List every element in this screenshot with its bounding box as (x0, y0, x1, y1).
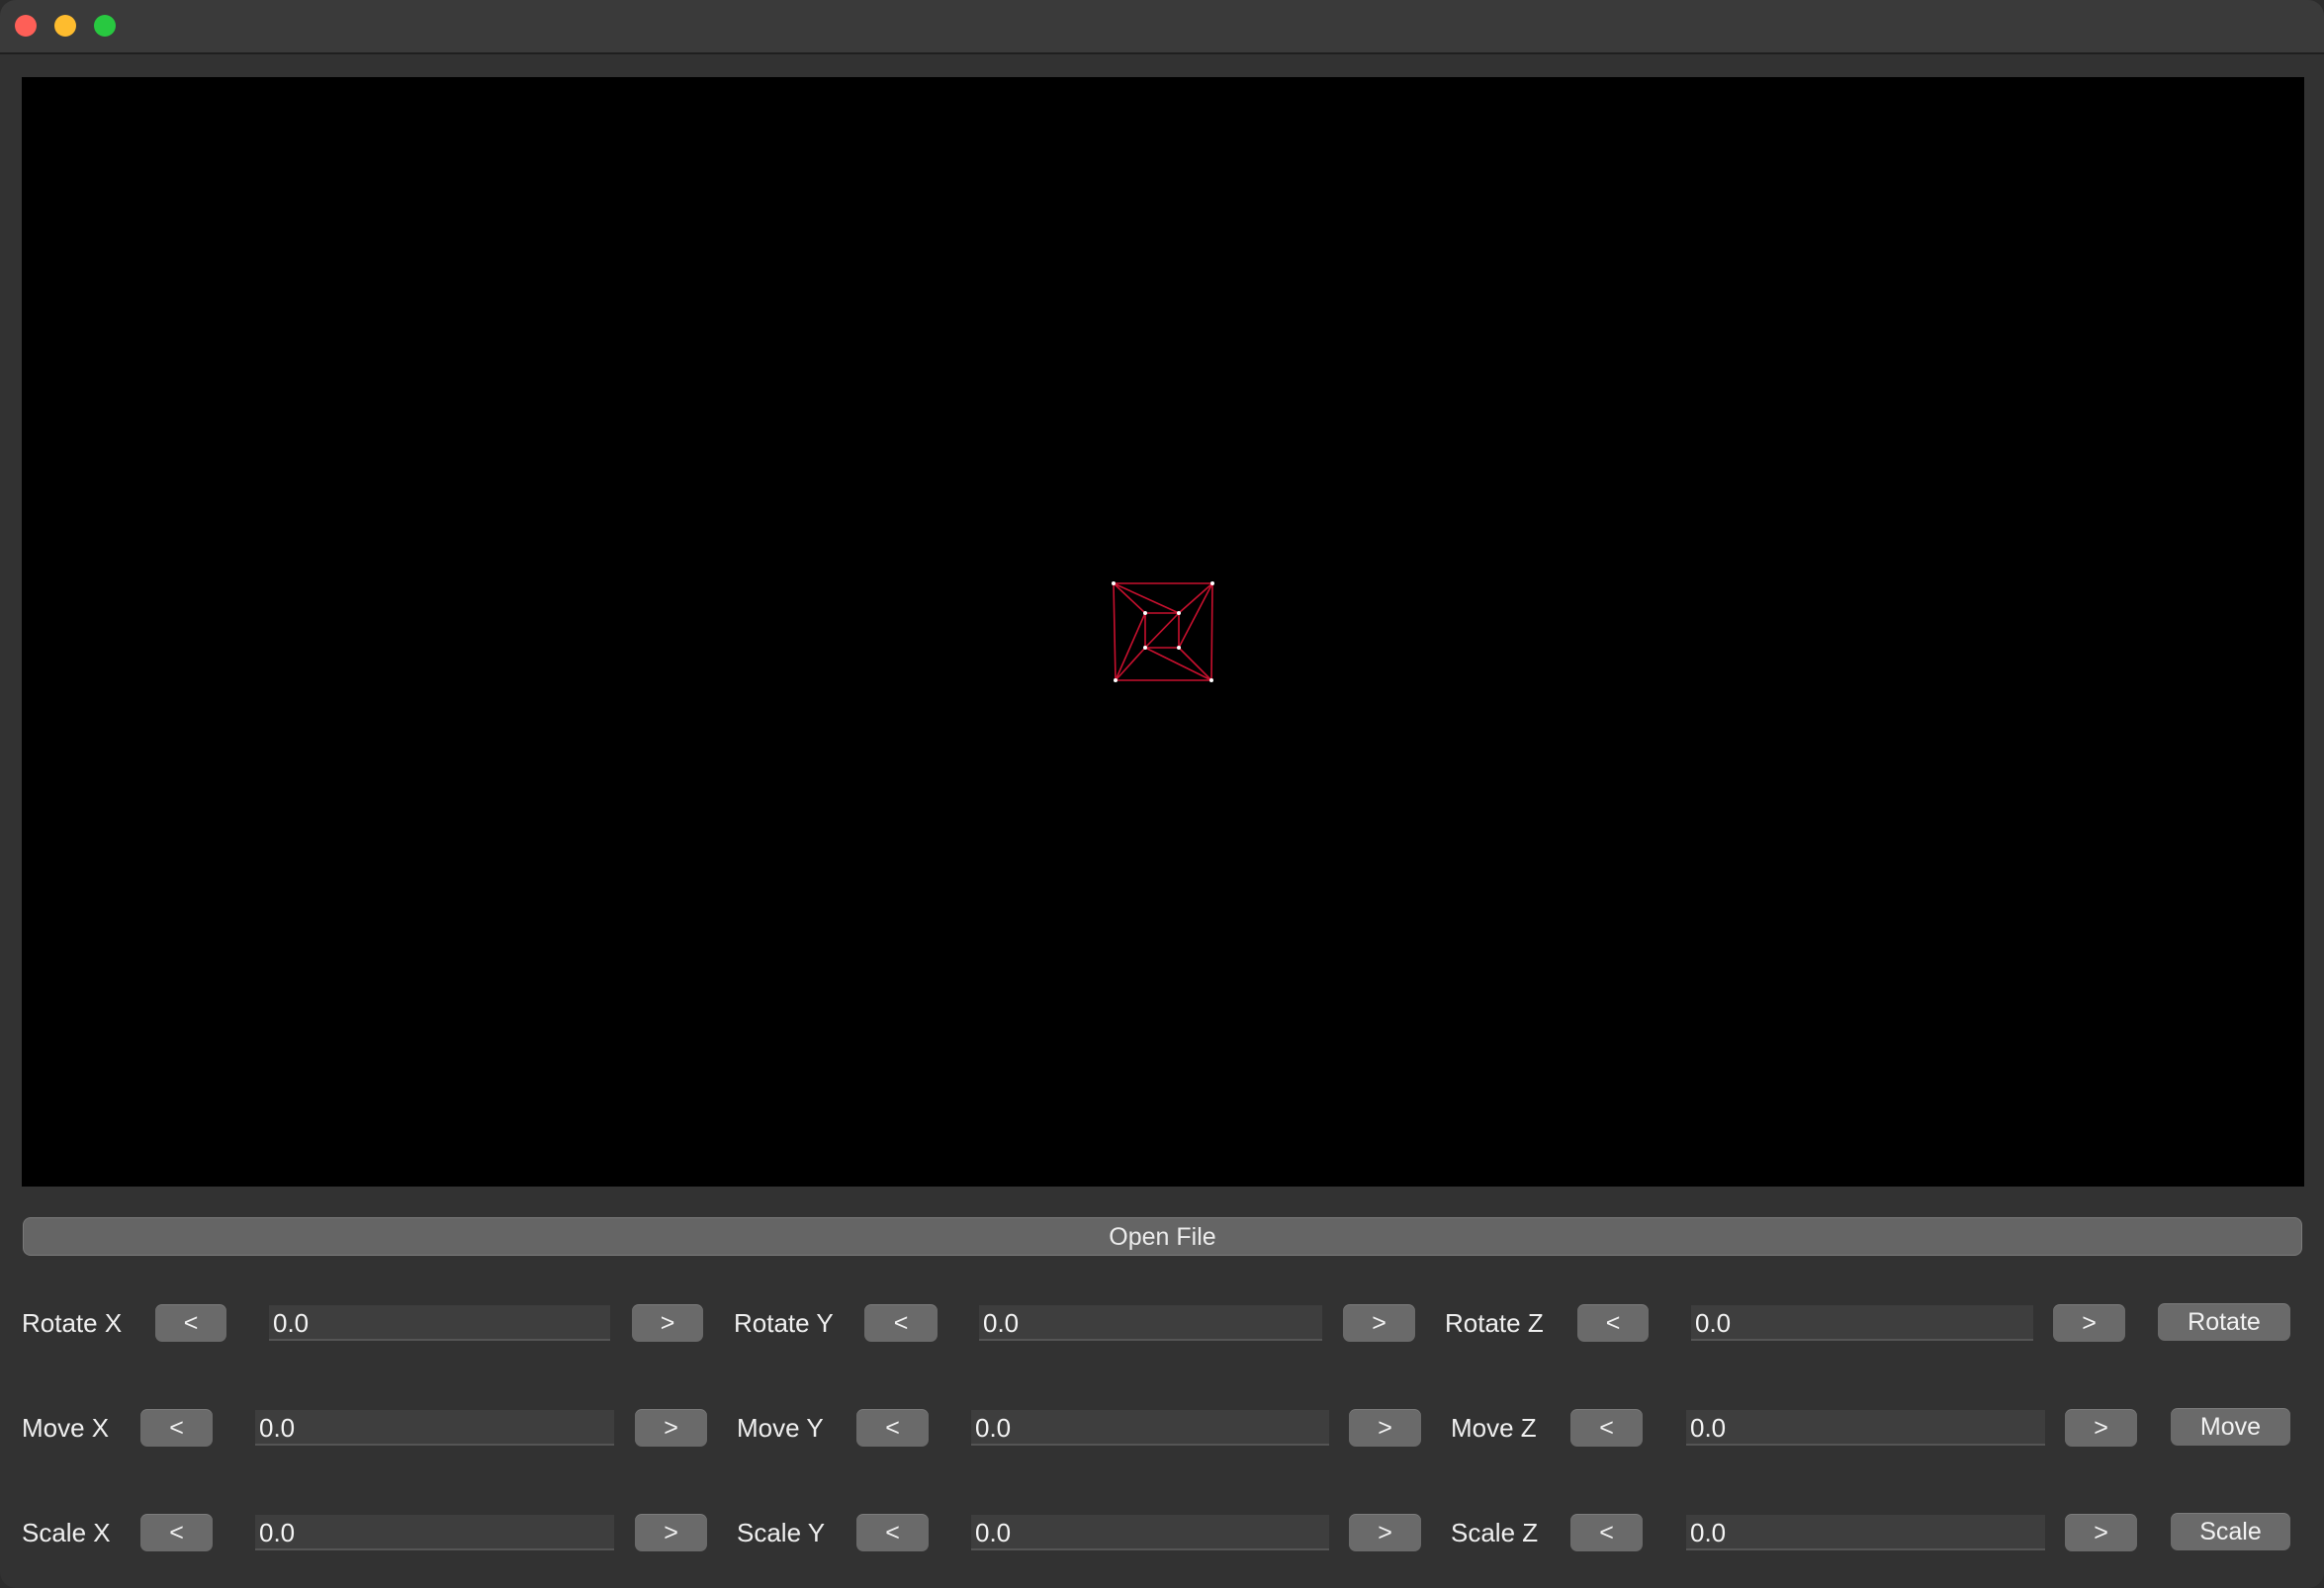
rotate-z-input[interactable]: 0.0 (1691, 1305, 2033, 1341)
rotate-y-decrement-button[interactable]: < (864, 1304, 938, 1342)
rotate-y-increment-button[interactable]: > (1343, 1304, 1415, 1342)
app-window: Open File Rotate X < 0.0 > Rotate Y < 0.… (0, 0, 2324, 1588)
scale-x-label: Scale X (22, 1518, 111, 1547)
move-z-label: Move Z (1451, 1413, 1537, 1443)
render-viewport[interactable] (22, 77, 2304, 1187)
move-z-increment-button[interactable]: > (2065, 1409, 2137, 1447)
scale-y-increment-button[interactable]: > (1349, 1514, 1421, 1551)
rotate-z-decrement-button[interactable]: < (1577, 1304, 1649, 1342)
rotate-x-increment-button[interactable]: > (632, 1304, 703, 1342)
move-z-decrement-button[interactable]: < (1570, 1409, 1643, 1447)
scale-z-input[interactable]: 0.0 (1686, 1515, 2045, 1550)
scale-y-label: Scale Y (737, 1518, 826, 1547)
scale-z-label: Scale Z (1451, 1518, 1539, 1547)
scale-z-increment-button[interactable]: > (2065, 1514, 2137, 1551)
rotate-y-label: Rotate Y (734, 1308, 834, 1338)
open-file-button[interactable]: Open File (23, 1217, 2302, 1256)
scale-y-input[interactable]: 0.0 (971, 1515, 1329, 1550)
move-x-increment-button[interactable]: > (635, 1409, 707, 1447)
scale-button[interactable]: Scale (2171, 1513, 2290, 1550)
title-bar (0, 0, 2324, 54)
scale-z-decrement-button[interactable]: < (1570, 1514, 1643, 1551)
scale-y-decrement-button[interactable]: < (856, 1514, 929, 1551)
move-y-label: Move Y (737, 1413, 824, 1443)
scale-x-increment-button[interactable]: > (635, 1514, 707, 1551)
rotate-button[interactable]: Rotate (2158, 1303, 2290, 1341)
move-y-decrement-button[interactable]: < (856, 1409, 929, 1447)
move-button[interactable]: Move (2171, 1408, 2290, 1446)
rotate-z-label: Rotate Z (1445, 1308, 1544, 1338)
move-x-label: Move X (22, 1413, 110, 1443)
move-x-decrement-button[interactable]: < (140, 1409, 213, 1447)
minimize-window-button[interactable] (54, 15, 76, 37)
rotate-x-label: Rotate X (22, 1308, 123, 1338)
scale-x-input[interactable]: 0.0 (255, 1515, 614, 1550)
move-z-input[interactable]: 0.0 (1686, 1410, 2045, 1446)
move-y-input[interactable]: 0.0 (971, 1410, 1329, 1446)
rotate-y-input[interactable]: 0.0 (979, 1305, 1322, 1341)
close-window-button[interactable] (15, 15, 37, 37)
rotate-x-input[interactable]: 0.0 (269, 1305, 610, 1341)
rotate-x-decrement-button[interactable]: < (155, 1304, 226, 1342)
move-x-input[interactable]: 0.0 (255, 1410, 614, 1446)
rotate-z-increment-button[interactable]: > (2053, 1304, 2125, 1342)
move-y-increment-button[interactable]: > (1349, 1409, 1421, 1447)
wireframe-model (1112, 581, 1214, 682)
zoom-window-button[interactable] (94, 15, 116, 37)
scale-x-decrement-button[interactable]: < (140, 1514, 213, 1551)
